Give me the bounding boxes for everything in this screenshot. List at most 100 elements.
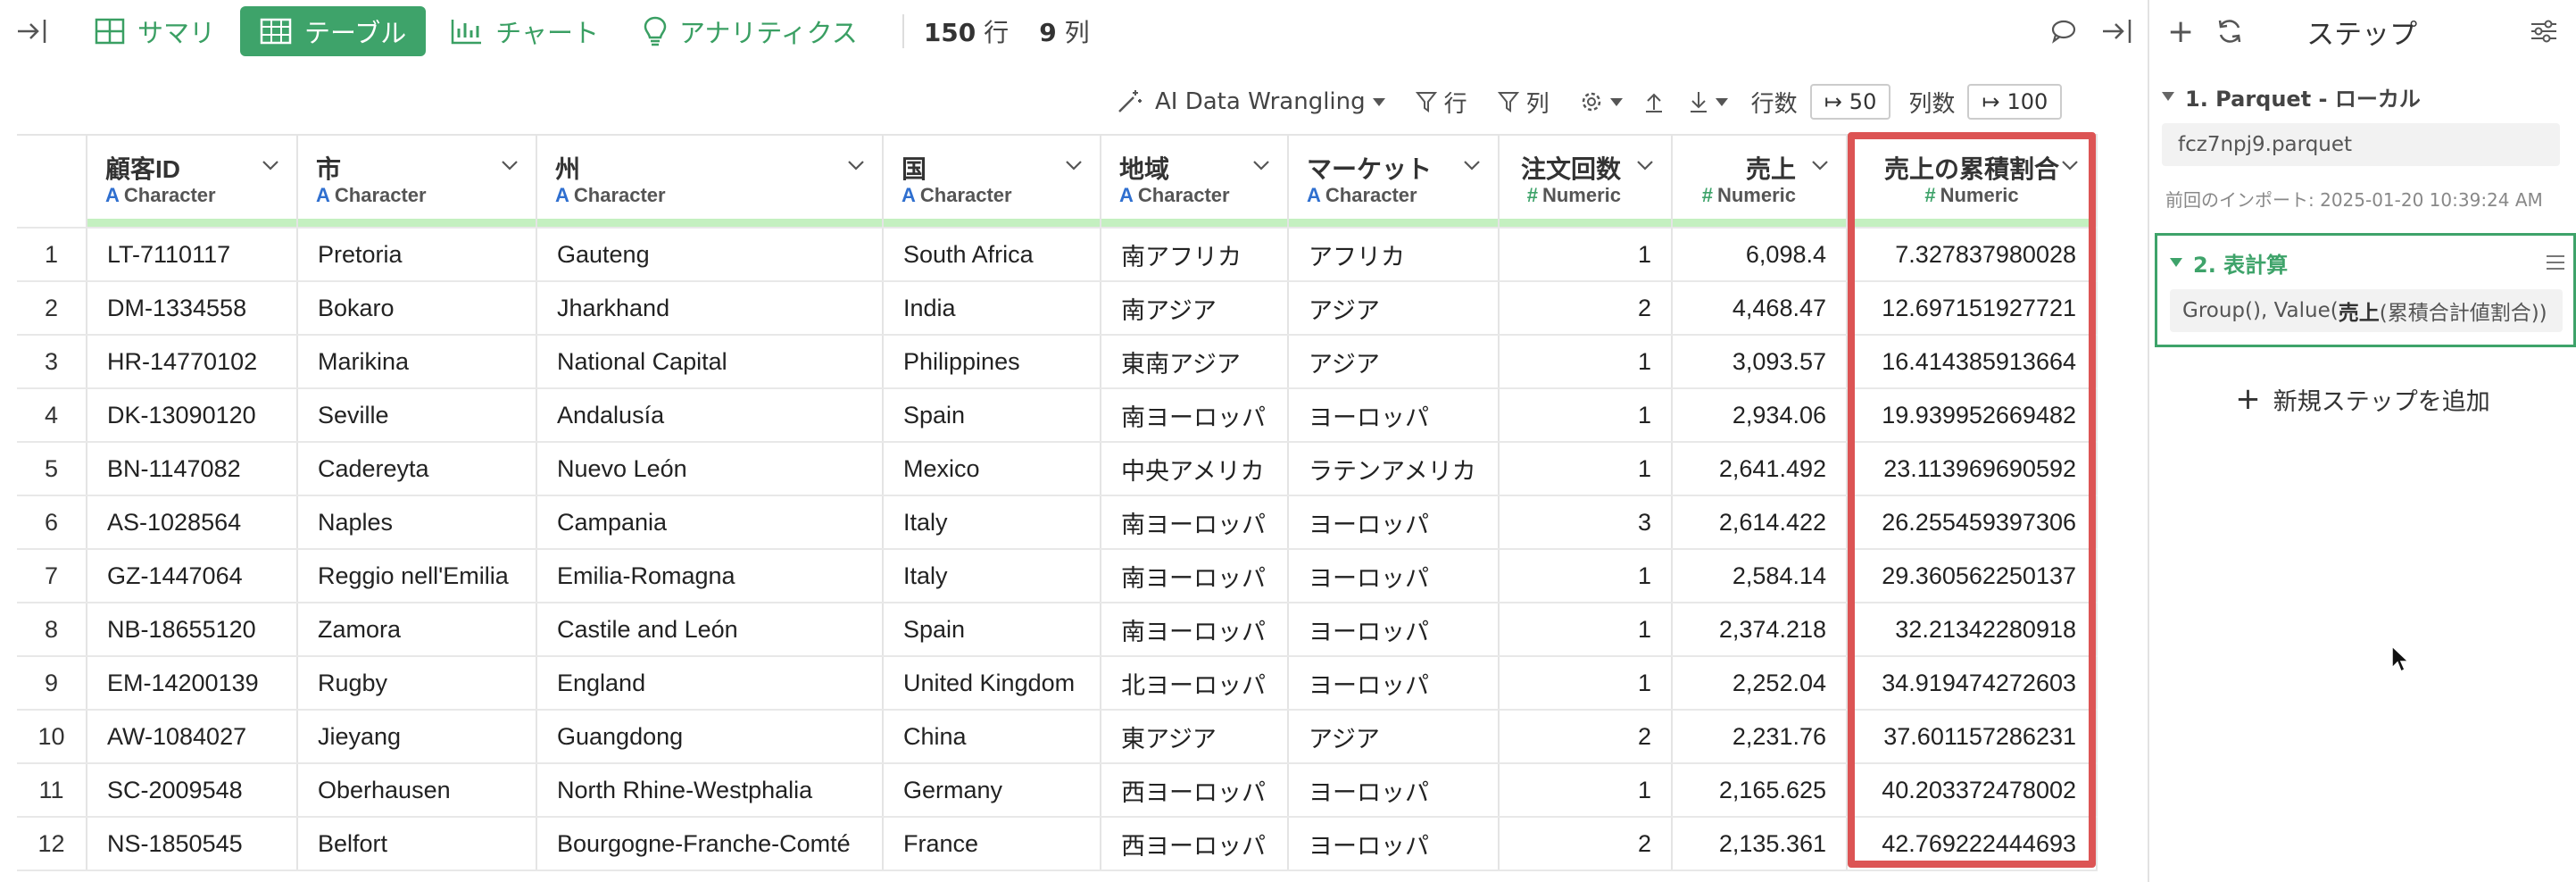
- table-cell[interactable]: 37.601157286231: [1847, 710, 2098, 764]
- table-cell[interactable]: North Rhine-Westphalia: [536, 763, 884, 818]
- table-cell[interactable]: 1: [1499, 228, 1673, 282]
- refresh-icon[interactable]: [2215, 17, 2244, 46]
- table-cell[interactable]: 南アフリカ: [1101, 228, 1289, 282]
- table-cell[interactable]: 19.939952669482: [1847, 388, 2098, 443]
- download-button[interactable]: [1689, 90, 1728, 113]
- table-cell[interactable]: 2,934.06: [1672, 388, 1848, 443]
- table-cell[interactable]: 2,584.14: [1672, 549, 1848, 603]
- table-cell[interactable]: 東アジア: [1101, 710, 1289, 764]
- table-cell[interactable]: India: [883, 281, 1101, 336]
- menu-icon[interactable]: [2545, 253, 2566, 272]
- table-cell[interactable]: ヨーロッパ: [1288, 603, 1500, 657]
- table-cell[interactable]: SC-2009548: [87, 763, 298, 818]
- collapse-triangle-icon[interactable]: [2162, 92, 2174, 101]
- table-cell[interactable]: 7.327837980028: [1847, 228, 2098, 282]
- table-cell[interactable]: 2,165.625: [1672, 763, 1848, 818]
- table-cell[interactable]: 中央アメリカ: [1101, 442, 1289, 496]
- table-cell[interactable]: Emilia-Romagna: [536, 549, 884, 603]
- table-cell[interactable]: National Capital: [536, 335, 884, 389]
- table-cell[interactable]: China: [883, 710, 1101, 764]
- table-row[interactable]: 4 DK-13090120 Seville Andalusía Spain 南ヨーロッパヨ…: [17, 388, 2098, 443]
- table-cell[interactable]: 12.697151927721: [1847, 281, 2098, 336]
- table-cell[interactable]: 西ヨーロッパ: [1101, 763, 1289, 818]
- tab-table[interactable]: テーブル: [240, 6, 427, 56]
- table-cell[interactable]: 2,614.422: [1672, 495, 1848, 550]
- table-cell[interactable]: アジア: [1288, 281, 1500, 336]
- table-cell[interactable]: 2: [1499, 281, 1673, 336]
- table-cell[interactable]: 29.360562250137: [1847, 549, 2098, 603]
- row-limit-input[interactable]: ↦ 50: [1809, 84, 1891, 120]
- sliders-icon[interactable]: [2530, 19, 2558, 44]
- column-header[interactable]: 国 A Character: [883, 134, 1101, 219]
- table-cell[interactable]: 42.769222444693: [1847, 817, 2098, 871]
- add-icon[interactable]: +: [2167, 13, 2194, 50]
- table-cell[interactable]: 南アジア: [1101, 281, 1289, 336]
- table-cell[interactable]: Pretoria: [297, 228, 537, 282]
- table-cell[interactable]: 南ヨーロッパ: [1101, 495, 1289, 550]
- table-row[interactable]: 6 AS-1028564 Naples Campania Italy 南ヨーロッパ ヨーロッ…: [17, 495, 2098, 550]
- table-cell[interactable]: 北ヨーロッパ: [1101, 656, 1289, 711]
- ai-data-wrangling-button[interactable]: AI Data Wrangling: [1116, 88, 1385, 115]
- column-menu-chevron-icon[interactable]: [846, 155, 866, 175]
- column-header[interactable]: 地域 A Character: [1101, 134, 1289, 219]
- table-cell[interactable]: Italy: [883, 549, 1101, 603]
- table-cell[interactable]: 2,231.76: [1672, 710, 1848, 764]
- table-cell[interactable]: 16.414385913664: [1847, 335, 2098, 389]
- table-row[interactable]: 2 DM-1334558 Bokaro Jharkhand India 南アジア アジア 2 4…: [17, 281, 2098, 336]
- table-row[interactable]: 12 NS-1850545 Belfort Bourgogne-Franche-Com…: [17, 817, 2098, 871]
- table-cell[interactable]: Rugby: [297, 656, 537, 711]
- table-cell[interactable]: 1: [1499, 656, 1673, 711]
- table-cell[interactable]: 南ヨーロッパ: [1101, 388, 1289, 443]
- table-cell[interactable]: Cadereyta: [297, 442, 537, 496]
- collapse-triangle-icon[interactable]: [2170, 258, 2182, 267]
- step-2[interactable]: 2. 表計算 Group(), Value(売上 (累積合計値割合)): [2155, 233, 2576, 347]
- column-header[interactable]: 注文回数 # Numeric: [1499, 134, 1673, 219]
- table-cell[interactable]: ラテンアメリカ: [1288, 442, 1500, 496]
- column-menu-chevron-icon[interactable]: [1810, 155, 1830, 175]
- table-cell[interactable]: Guangdong: [536, 710, 884, 764]
- table-cell[interactable]: Marikina: [297, 335, 537, 389]
- table-cell[interactable]: 3: [1499, 495, 1673, 550]
- table-cell[interactable]: 2: [1499, 710, 1673, 764]
- table-cell[interactable]: AW-1084027: [87, 710, 298, 764]
- column-header[interactable]: 市 A Character: [297, 134, 537, 219]
- table-cell[interactable]: 南ヨーロッパ: [1101, 603, 1289, 657]
- table-cell[interactable]: ヨーロッパ: [1288, 388, 1500, 443]
- table-cell[interactable]: ヨーロッパ: [1288, 817, 1500, 871]
- table-cell[interactable]: アジア: [1288, 710, 1500, 764]
- expand-left-panel-icon[interactable]: [14, 13, 50, 49]
- column-header[interactable]: 顧客ID A Character: [87, 134, 298, 219]
- table-cell[interactable]: Philippines: [883, 335, 1101, 389]
- table-cell[interactable]: 26.255459397306: [1847, 495, 2098, 550]
- table-cell[interactable]: Mexico: [883, 442, 1101, 496]
- table-row[interactable]: 8 NB-18655120 Zamora Castile and León Spain 南…: [17, 603, 2098, 657]
- table-cell[interactable]: 1: [1499, 335, 1673, 389]
- table-cell[interactable]: 2: [1499, 817, 1673, 871]
- table-cell[interactable]: 1: [1499, 442, 1673, 496]
- column-limit-input[interactable]: ↦ 100: [1967, 84, 2063, 120]
- table-cell[interactable]: HR-14770102: [87, 335, 298, 389]
- table-cell[interactable]: England: [536, 656, 884, 711]
- column-menu-chevron-icon[interactable]: [1251, 155, 1271, 175]
- table-cell[interactable]: 1: [1499, 549, 1673, 603]
- table-row[interactable]: 11 SC-2009548 Oberhausen North Rhine-Westph…: [17, 763, 2098, 818]
- table-cell[interactable]: Germany: [883, 763, 1101, 818]
- table-cell[interactable]: Nuevo León: [536, 442, 884, 496]
- table-cell[interactable]: Bokaro: [297, 281, 537, 336]
- table-cell[interactable]: Reggio nell'Emilia: [297, 549, 537, 603]
- table-cell[interactable]: Spain: [883, 388, 1101, 443]
- column-header[interactable]: 売上の累積割合 # Numeric: [1847, 134, 2098, 219]
- table-cell[interactable]: 34.919474272603: [1847, 656, 2098, 711]
- table-cell[interactable]: 東南アジア: [1101, 335, 1289, 389]
- table-cell[interactable]: Oberhausen: [297, 763, 537, 818]
- table-cell[interactable]: BN-1147082: [87, 442, 298, 496]
- table-cell[interactable]: South Africa: [883, 228, 1101, 282]
- table-cell[interactable]: ヨーロッパ: [1288, 549, 1500, 603]
- tab-analytics[interactable]: アナリティクス: [624, 6, 877, 56]
- column-menu-chevron-icon[interactable]: [261, 155, 280, 175]
- column-filter-button[interactable]: 列: [1497, 86, 1550, 119]
- table-cell[interactable]: Bourgogne-Franche-Comté: [536, 817, 884, 871]
- table-cell[interactable]: Spain: [883, 603, 1101, 657]
- table-cell[interactable]: Gauteng: [536, 228, 884, 282]
- table-row[interactable]: 1 LT-7110117 Pretoria Gauteng South Africa 南ア…: [17, 228, 2098, 282]
